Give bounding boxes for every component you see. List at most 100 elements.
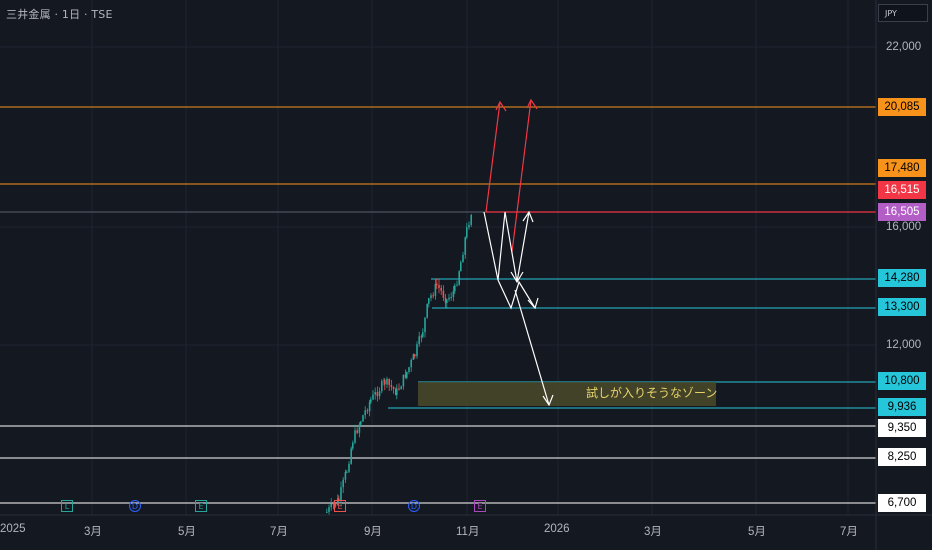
projection-arrows[interactable] bbox=[483, 98, 554, 407]
symbol-title: 三井金属 · 1日 · TSE bbox=[6, 8, 113, 21]
event-badge[interactable]: E bbox=[474, 500, 486, 512]
currency-selector[interactable]: JPY bbox=[878, 4, 928, 22]
time-axis-tick: 5月 bbox=[748, 526, 766, 538]
price-label-red: 16,515 bbox=[878, 181, 926, 199]
candle-body bbox=[386, 378, 388, 385]
candle-body bbox=[348, 463, 350, 472]
candle-body bbox=[328, 507, 330, 512]
candle-body bbox=[376, 392, 379, 397]
candle-body bbox=[354, 430, 356, 443]
chart-canvas[interactable] bbox=[0, 0, 932, 550]
candle-body bbox=[340, 487, 342, 501]
candle-body bbox=[346, 471, 348, 473]
candle-body bbox=[388, 378, 390, 386]
candle-body bbox=[408, 367, 410, 372]
time-axis-tick: 9月 bbox=[364, 526, 382, 538]
price-axis-tick: 12,000 bbox=[886, 339, 922, 351]
candle-body bbox=[446, 299, 448, 304]
event-badge[interactable]: E bbox=[334, 500, 346, 512]
candle-body bbox=[450, 297, 452, 299]
price-label-cyan: 9,936 bbox=[878, 398, 926, 416]
candle-body bbox=[420, 336, 423, 338]
price-label-cyan: 10,800 bbox=[878, 372, 926, 390]
event-badge[interactable]: D bbox=[129, 500, 141, 512]
candle-body bbox=[362, 415, 364, 422]
candle-body bbox=[366, 410, 369, 412]
time-axis-tick: 5月 bbox=[178, 526, 196, 538]
time-axis-tick: 7月 bbox=[840, 526, 858, 538]
price-axis-tick: 16,000 bbox=[886, 221, 922, 233]
candle-body bbox=[342, 479, 344, 488]
white-path-main bbox=[483, 211, 530, 283]
level-lines[interactable] bbox=[0, 106, 876, 504]
candle-body bbox=[370, 399, 372, 403]
candle-body bbox=[352, 442, 354, 449]
time-axis-tick: 2025 bbox=[0, 523, 26, 535]
price-label-white: 6,700 bbox=[878, 494, 926, 512]
candle-body bbox=[438, 284, 440, 288]
candle-body bbox=[458, 271, 460, 285]
candle-body bbox=[416, 344, 418, 357]
candle-body bbox=[364, 410, 366, 416]
price-label-orange: 17,480 bbox=[878, 159, 926, 177]
price-label-purple: 16,505 bbox=[878, 203, 926, 221]
candle-body bbox=[350, 448, 352, 464]
time-axis-tick: 3月 bbox=[644, 526, 662, 538]
candle-body bbox=[381, 381, 383, 392]
candle-body bbox=[440, 287, 442, 291]
price-label-white: 9,350 bbox=[878, 419, 926, 437]
test-zone-label: 試しが入りそうなゾーン bbox=[586, 386, 718, 400]
candle-body bbox=[400, 386, 402, 390]
candle-body bbox=[360, 421, 362, 425]
price-label-cyan: 13,300 bbox=[878, 298, 926, 316]
candle-body bbox=[464, 237, 466, 255]
red-arrow-path-1 bbox=[485, 101, 501, 213]
candle-body bbox=[456, 284, 458, 286]
candle-body bbox=[402, 374, 405, 387]
candle-body bbox=[468, 224, 470, 228]
candle-body bbox=[460, 262, 462, 272]
candle-body bbox=[426, 303, 428, 318]
candle-body bbox=[356, 430, 358, 433]
candle-body bbox=[424, 317, 426, 333]
candle-body bbox=[410, 359, 412, 368]
candle-body bbox=[466, 227, 468, 238]
price-label-orange: 20,085 bbox=[878, 98, 926, 116]
candle-body bbox=[422, 332, 424, 337]
red-arrow-path-2 bbox=[511, 99, 532, 253]
event-badge[interactable]: E bbox=[195, 500, 207, 512]
candle-body bbox=[434, 283, 437, 296]
price-axis-tick: 22,000 bbox=[886, 41, 922, 53]
time-axis-tick: 11月 bbox=[456, 526, 480, 538]
candle-body bbox=[436, 283, 438, 285]
price-label-cyan: 14,280 bbox=[878, 269, 926, 287]
candlestick-series bbox=[326, 213, 472, 515]
candle-body bbox=[462, 254, 464, 263]
time-axis-tick: 2026 bbox=[544, 523, 570, 535]
candle-body bbox=[430, 295, 432, 299]
candle-body bbox=[442, 290, 445, 298]
candle-body bbox=[428, 298, 430, 304]
candle-body bbox=[412, 354, 415, 360]
price-label-white: 8,250 bbox=[878, 448, 926, 466]
candle-body bbox=[372, 394, 374, 400]
event-badge[interactable]: D bbox=[408, 500, 420, 512]
candle-body bbox=[432, 295, 434, 297]
red-arrow-head-2 bbox=[526, 98, 538, 110]
candle-body bbox=[392, 387, 395, 390]
candle-body bbox=[344, 472, 347, 480]
time-axis-tick: 7月 bbox=[270, 526, 288, 538]
candle-body bbox=[470, 214, 472, 225]
candle-body bbox=[378, 391, 381, 397]
candle-body bbox=[406, 371, 408, 378]
candle-body bbox=[326, 511, 328, 513]
candle-body bbox=[390, 385, 393, 388]
candle-body bbox=[418, 336, 420, 345]
candle-body bbox=[358, 424, 361, 433]
event-badge[interactable]: L bbox=[61, 500, 73, 512]
candle-body bbox=[396, 388, 398, 396]
grid bbox=[0, 0, 876, 515]
candle-body bbox=[448, 297, 450, 300]
candle-body bbox=[368, 402, 371, 412]
time-axis-tick: 3月 bbox=[84, 526, 102, 538]
